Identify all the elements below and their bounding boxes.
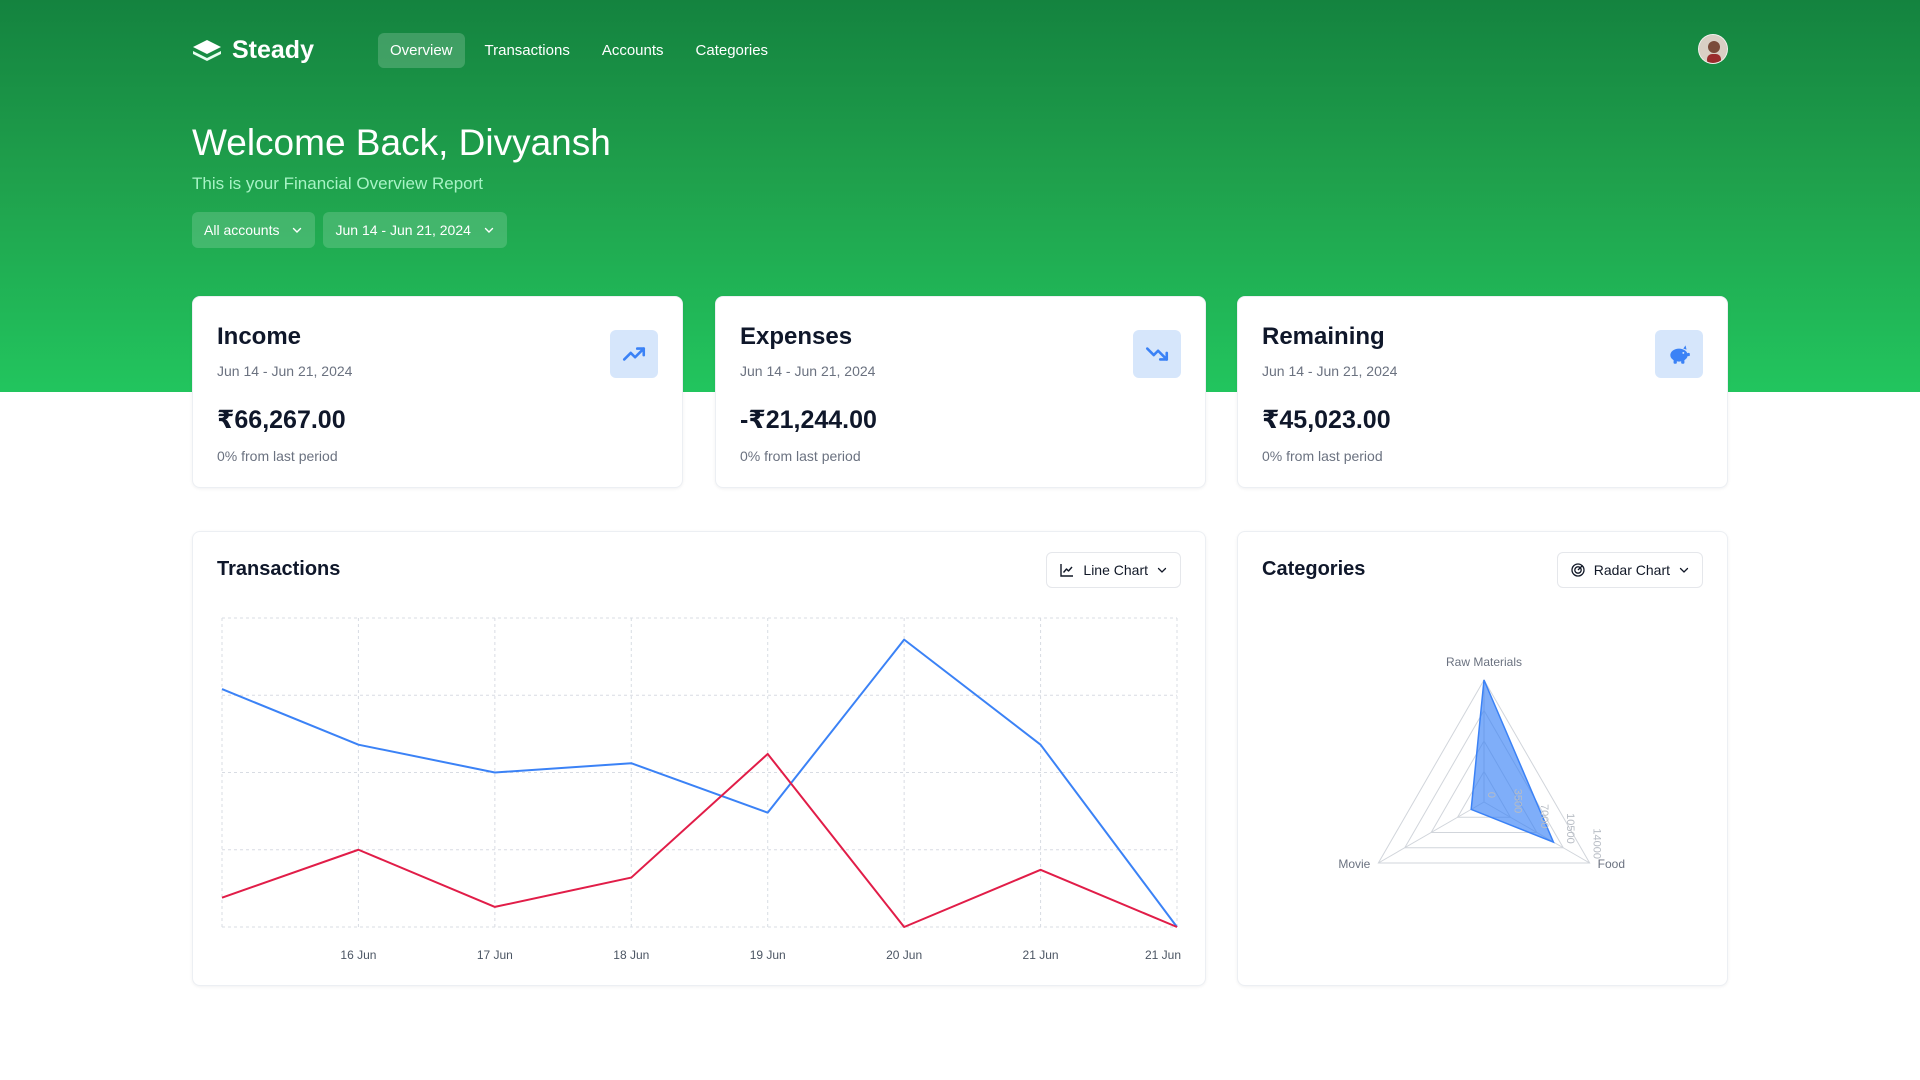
logo-icon <box>193 40 221 61</box>
app-name: Steady <box>232 35 314 64</box>
x-tick-label: 19 Jun <box>750 948 786 962</box>
nav-link-transactions[interactable]: Transactions <box>473 33 582 68</box>
chart-type-select[interactable]: Line Chart <box>1046 552 1181 588</box>
radar-ring <box>1430 739 1538 833</box>
radar-chart-icon <box>1571 563 1585 577</box>
radar-tick-label: 0 <box>1485 792 1497 798</box>
nav-link-overview[interactable]: Overview <box>377 32 465 68</box>
date-range-label: Jun 14 - Jun 21, 2024 <box>335 222 471 238</box>
top-navbar: Steady Overview Transactions Accounts Categ… <box>192 32 1728 68</box>
x-tick-label: 21 Jun <box>1023 948 1059 962</box>
radar-tick-label: 14000 <box>1591 828 1603 859</box>
stat-value: ₹45,023.00 <box>1262 406 1391 434</box>
chevron-down-icon <box>484 227 494 233</box>
categories-panel: Categories Radar Chart Raw Materials Food… <box>1237 531 1728 986</box>
radar-spoke <box>1378 801 1485 864</box>
panel-title: Categories <box>1262 558 1366 580</box>
radar-ring <box>1456 770 1512 818</box>
transactions-line-chart[interactable]: 16 Jun 17 Jun 18 Jun 19 Jun 20 Jun 21 Jun 21 J… <box>193 532 1207 987</box>
radar-spoke <box>1483 801 1590 864</box>
radar-tick-label: 10500 <box>1564 813 1576 844</box>
nav-link-categories[interactable]: Categories <box>684 33 781 68</box>
stat-title: Remaining <box>1262 323 1385 350</box>
x-tick-label: 20 Jun <box>886 948 922 962</box>
stat-title: Expenses <box>740 323 853 350</box>
chart-type-label: Line Chart <box>1083 562 1148 578</box>
user-avatar[interactable] <box>1698 34 1728 64</box>
stat-date-range: Jun 14 - Jun 21, 2024 <box>1262 363 1398 379</box>
chevron-down-icon <box>293 227 302 233</box>
radar-tick-label: 7000 <box>1538 804 1550 828</box>
radar-data-area[interactable] <box>1470 679 1555 844</box>
stat-change: 0% from last period <box>217 448 338 464</box>
remaining-card: Remaining Jun 14 - Jun 21, 2024 ₹45,023.… <box>1237 296 1728 488</box>
chart-type-select[interactable]: Radar Chart <box>1556 552 1703 588</box>
date-range-dropdown[interactable]: Jun 14 - Jun 21, 2024 <box>323 212 507 248</box>
stat-value: ₹66,267.00 <box>217 406 346 434</box>
x-tick-label: 18 Jun <box>613 948 649 962</box>
radar-ring <box>1403 709 1565 849</box>
stat-title: Income <box>217 323 302 350</box>
stat-change: 0% from last period <box>740 448 861 464</box>
chart-type-label: Radar Chart <box>1593 562 1670 578</box>
stat-value: -₹21,244.00 <box>740 406 877 434</box>
radar-grid <box>1377 678 1591 864</box>
nav-links: Overview Transactions Accounts Categories <box>377 32 781 68</box>
expenses-card: Expenses Jun 14 - Jun 21, 2024 -₹21,244.… <box>715 296 1206 488</box>
account-filter-dropdown[interactable]: All accounts <box>192 212 316 248</box>
transactions-panel: Transactions Line Chart 16 Jun 17 Jun 18 J… <box>192 531 1206 986</box>
radar-tick-label: 3500 <box>1511 789 1523 813</box>
series-line-2[interactable] <box>221 752 1178 928</box>
chart-grid <box>221 617 1178 928</box>
x-tick-label: 16 Jun <box>340 948 376 962</box>
radar-axis-label: Movie <box>1338 857 1370 871</box>
stat-date-range: Jun 14 - Jun 21, 2024 <box>217 363 353 379</box>
nav-link-accounts[interactable]: Accounts <box>590 33 676 68</box>
trending-up-icon <box>610 330 658 378</box>
line-chart-icon <box>1060 564 1074 577</box>
filters: All accounts Jun 14 - Jun 21, 2024 <box>192 212 507 248</box>
income-card: Income Jun 14 - Jun 21, 2024 ₹66,267.00 … <box>192 296 683 488</box>
page-title: Welcome Back, Divyansh <box>192 122 611 163</box>
piggy-bank-icon <box>1655 330 1703 378</box>
stat-date-range: Jun 14 - Jun 21, 2024 <box>740 363 876 379</box>
x-tick-label: 17 Jun <box>477 948 513 962</box>
stat-change: 0% from last period <box>1262 448 1383 464</box>
chevron-down-icon <box>1157 567 1167 573</box>
radar-axis-label: Food <box>1598 857 1625 871</box>
series-line-1[interactable] <box>221 638 1178 928</box>
chevron-down-icon <box>1679 567 1689 573</box>
radar-ring <box>1377 678 1591 864</box>
page-subtitle: This is your Financial Overview Report <box>192 174 483 193</box>
panel-title: Transactions <box>217 558 341 580</box>
radar-axis-label: Raw Materials <box>1446 655 1522 669</box>
app-logo[interactable]: Steady <box>192 36 314 65</box>
account-filter-label: All accounts <box>204 222 280 238</box>
categories-radar-chart[interactable]: Raw Materials Food Movie 0 3500 7000 10500 1400… <box>1238 532 1729 987</box>
x-tick-label: 21 Jun <box>1145 948 1181 962</box>
trending-down-icon <box>1133 330 1181 378</box>
